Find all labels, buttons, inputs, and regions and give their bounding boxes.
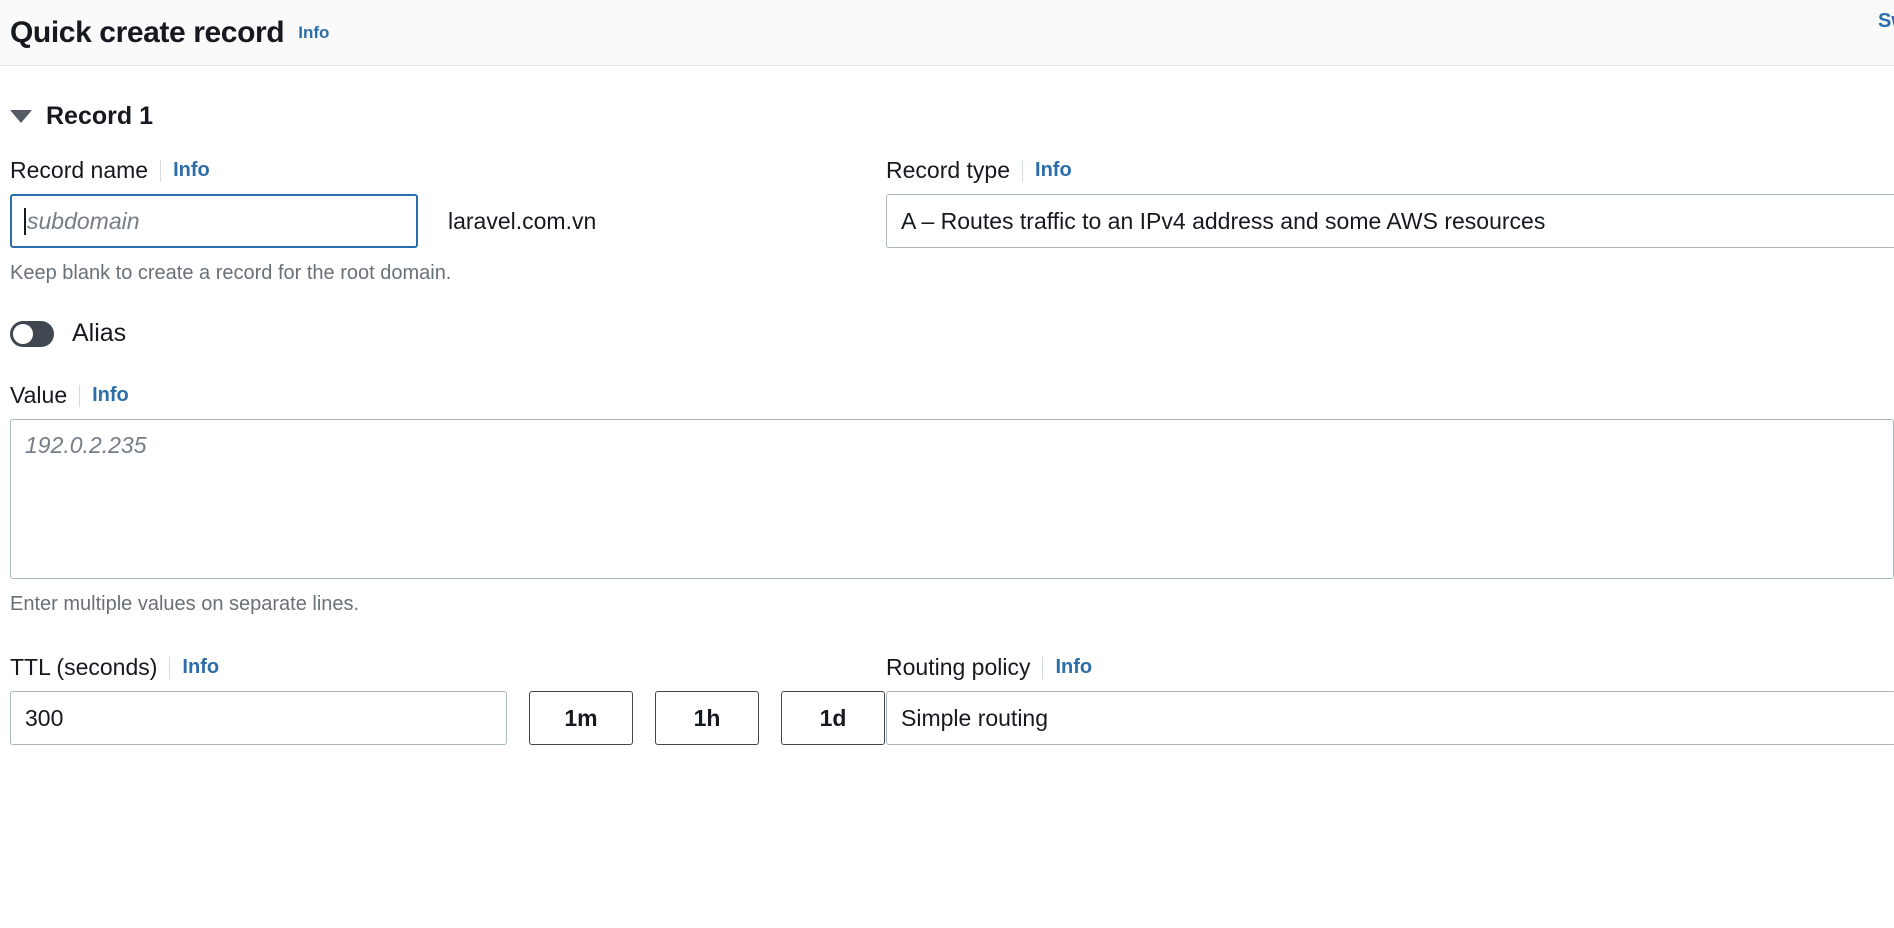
header-info-link[interactable]: Info [298,23,329,43]
alias-toggle[interactable] [10,320,54,347]
routing-policy-label: Routing policy [886,654,1031,680]
ttl-info-link[interactable]: Info [182,656,219,679]
record-name-label: Record name [10,157,149,183]
routing-policy-selected-value: Simple routing [901,704,1049,731]
ttl-input[interactable]: 300 [10,691,507,745]
ttl-preset-1m-label: 1m [564,704,598,731]
record-type-info-link[interactable]: Info [1035,159,1072,182]
record-name-field: Record name Info subdomain laravel.com.v… [10,159,886,285]
record-name-input-row: subdomain laravel.com.vn [10,194,886,248]
name-and-type-row: Record name Info subdomain laravel.com.v… [10,159,1894,285]
ttl-value: 300 [25,704,64,731]
form-body: Record 1 Record name Info subdomain lara… [0,66,1894,745]
record-name-input[interactable]: subdomain [10,194,418,248]
ttl-label-row: TTL (seconds) Info [10,656,886,679]
alias-toggle-row[interactable]: Alias [10,319,1884,348]
value-label: Value [10,382,68,408]
record-name-info-link[interactable]: Info [173,159,210,182]
ttl-label: TTL (seconds) [10,654,158,680]
value-info-link[interactable]: Info [92,384,129,407]
record-type-select[interactable]: A – Routes traffic to an IPv4 address an… [886,194,1894,248]
page-title: Quick create record [10,15,285,49]
label-divider [160,159,162,182]
alias-label: Alias [72,319,127,347]
value-label-row: Value Info [10,384,1884,407]
page-header: Quick create record Info Switch to wizar… [0,0,1894,66]
value-hint: Enter multiple values on separate lines. [10,593,360,615]
domain-suffix-label: laravel.com.vn [448,207,597,234]
routing-policy-field: Routing policy Info Simple routing [886,656,1894,745]
toggle-knob-icon [13,323,33,344]
caret-down-icon[interactable] [10,110,32,123]
record-name-placeholder: subdomain [27,207,140,234]
quick-create-record-page: Quick create record Info Switch to wizar… [0,0,1894,928]
ttl-controls: 300 1m 1h 1d [10,691,886,745]
switch-to-wizard-link[interactable]: Switch to wizard [1878,10,1894,33]
routing-policy-info-link[interactable]: Info [1055,656,1092,679]
ttl-preset-1h-button[interactable]: 1h [655,691,759,745]
value-field: Value Info 192.0.2.235 Enter multiple va… [10,384,1894,616]
value-placeholder: 192.0.2.235 [25,432,147,458]
routing-policy-select[interactable]: Simple routing [886,691,1894,745]
label-divider [1042,656,1044,679]
ttl-preset-1d-label: 1d [819,704,847,731]
record-type-field: Record type Info A – Routes traffic to a… [886,159,1894,285]
ttl-preset-1m-button[interactable]: 1m [529,691,633,745]
label-divider [1022,159,1024,182]
routing-policy-label-row: Routing policy Info [886,656,1884,679]
ttl-field: TTL (seconds) Info 300 1m 1h 1d [10,656,886,745]
label-divider [79,384,81,407]
record-name-label-row: Record name Info [10,159,886,182]
ttl-preset-1d-button[interactable]: 1d [781,691,885,745]
record-type-label-row: Record type Info [886,159,1884,182]
record-type-label: Record type [886,157,1011,183]
text-cursor-icon [24,207,26,235]
label-divider [169,656,171,679]
ttl-and-routing-row: TTL (seconds) Info 300 1m 1h 1d Routing … [10,656,1894,745]
record-section-title: Record 1 [46,102,153,130]
record-section-header[interactable]: Record 1 [10,66,1884,133]
value-textarea[interactable]: 192.0.2.235 [10,419,1894,579]
ttl-preset-1h-label: 1h [693,704,721,731]
record-name-hint: Keep blank to create a record for the ro… [10,262,452,284]
record-type-selected-value: A – Routes traffic to an IPv4 address an… [901,207,1546,234]
